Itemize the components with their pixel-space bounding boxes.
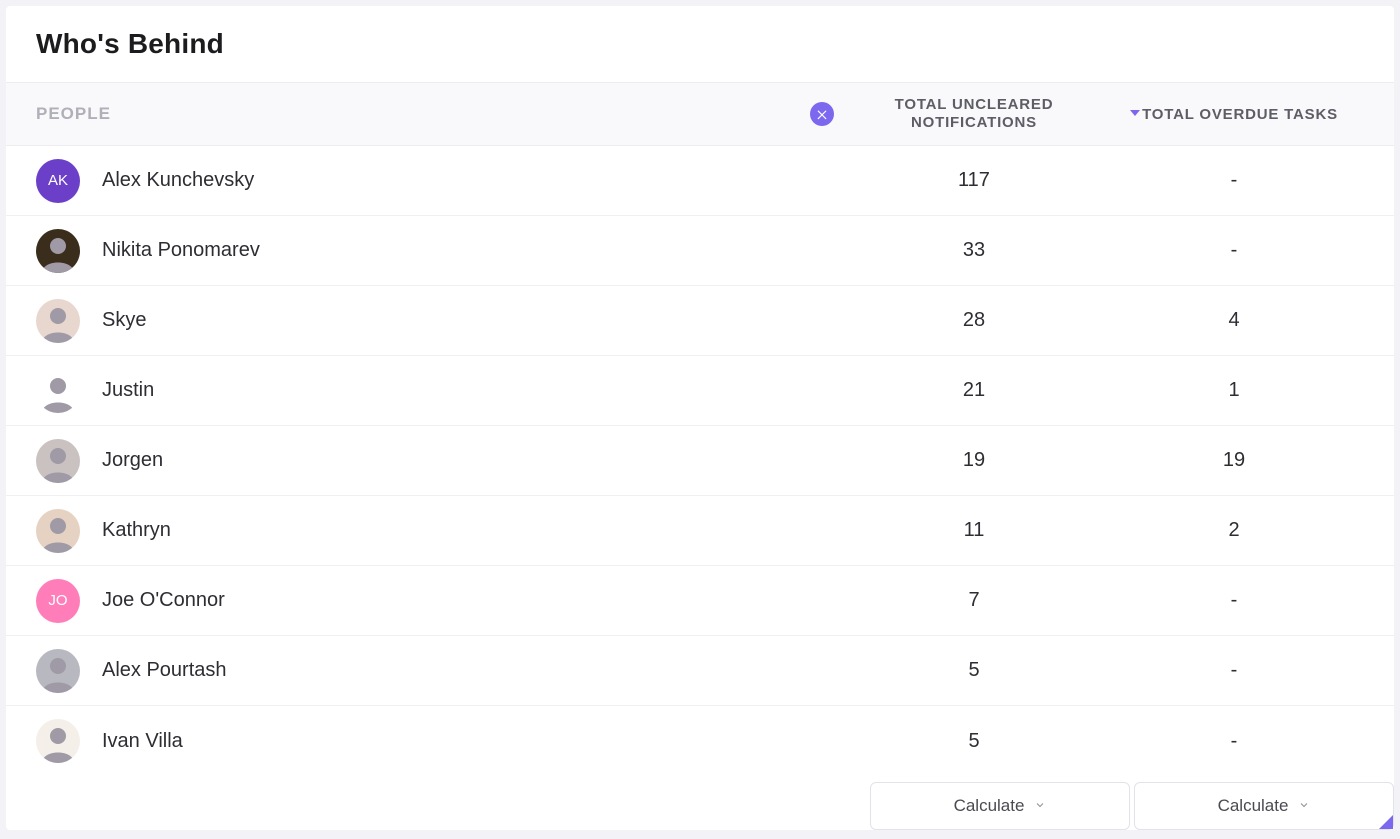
notifications-cell: 117 xyxy=(844,169,1104,192)
overdue-cell: 4 xyxy=(1104,309,1364,332)
table-row[interactable]: Jorgen 1919 xyxy=(6,426,1394,496)
table-row[interactable]: AK Alex Kunchevsky 117- xyxy=(6,146,1394,216)
chevron-down-icon xyxy=(1034,796,1046,816)
notifications-cell: 5 xyxy=(844,730,1104,753)
overdue-cell: - xyxy=(1104,239,1364,262)
overdue-cell: - xyxy=(1104,169,1364,192)
whos-behind-card: Who's Behind PEOPLE TOTAL UNCLEARED NOTI… xyxy=(6,6,1394,830)
overdue-cell: - xyxy=(1104,730,1364,753)
column-header-overdue[interactable]: TOTAL OVERDUE TASKS xyxy=(1104,105,1364,124)
avatar[interactable]: AK xyxy=(36,159,80,203)
overdue-cell: - xyxy=(1104,659,1364,682)
person-name: Alex Kunchevsky xyxy=(102,169,254,192)
notifications-cell: 11 xyxy=(844,519,1104,542)
person-name: Joe O'Connor xyxy=(102,589,225,612)
person-cell: AK Alex Kunchevsky xyxy=(36,159,844,203)
column-header-people[interactable]: PEOPLE xyxy=(36,104,844,124)
table-row[interactable]: Nikita Ponomarev 33- xyxy=(6,216,1394,286)
column-header-notifications[interactable]: TOTAL UNCLEARED NOTIFICATIONS xyxy=(844,96,1104,132)
person-name: Jorgen xyxy=(102,449,163,472)
avatar[interactable] xyxy=(36,649,80,693)
table-header: PEOPLE TOTAL UNCLEARED NOTIFICATIONS TOT… xyxy=(6,82,1394,146)
person-cell: Ivan Villa xyxy=(36,719,844,763)
person-name: Alex Pourtash xyxy=(102,659,227,682)
notifications-cell: 28 xyxy=(844,309,1104,332)
calculate-label: Calculate xyxy=(1218,796,1289,816)
person-cell: Skye xyxy=(36,299,844,343)
notifications-cell: 19 xyxy=(844,449,1104,472)
table-row[interactable]: JO Joe O'Connor 7- xyxy=(6,566,1394,636)
notifications-cell: 5 xyxy=(844,659,1104,682)
person-name: Skye xyxy=(102,309,146,332)
table-row[interactable]: Alex Pourtash 5- xyxy=(6,636,1394,706)
person-name: Nikita Ponomarev xyxy=(102,239,260,262)
table-row[interactable]: Kathryn 112 xyxy=(6,496,1394,566)
table-footer: Calculate Calculate xyxy=(6,776,1394,830)
person-cell: JO Joe O'Connor xyxy=(36,579,844,623)
person-name: Kathryn xyxy=(102,519,171,542)
avatar[interactable] xyxy=(36,439,80,483)
avatar[interactable] xyxy=(36,719,80,763)
overdue-cell: 2 xyxy=(1104,519,1364,542)
calculate-label: Calculate xyxy=(954,796,1025,816)
calculate-notifications-button[interactable]: Calculate xyxy=(870,782,1130,830)
clear-sort-icon[interactable] xyxy=(810,102,834,126)
notifications-cell: 21 xyxy=(844,379,1104,402)
avatar[interactable] xyxy=(36,509,80,553)
person-cell: Nikita Ponomarev xyxy=(36,229,844,273)
person-name: Justin xyxy=(102,379,154,402)
avatar[interactable] xyxy=(36,229,80,273)
chevron-down-icon xyxy=(1298,796,1310,816)
person-cell: Alex Pourtash xyxy=(36,649,844,693)
column-header-overdue-label: TOTAL OVERDUE TASKS xyxy=(1142,106,1338,123)
person-cell: Jorgen xyxy=(36,439,844,483)
overdue-cell: 19 xyxy=(1104,449,1364,472)
person-cell: Justin xyxy=(36,369,844,413)
sort-desc-icon xyxy=(1130,105,1140,123)
avatar[interactable]: JO xyxy=(36,579,80,623)
overdue-cell: - xyxy=(1104,589,1364,612)
avatar[interactable] xyxy=(36,369,80,413)
notifications-cell: 7 xyxy=(844,589,1104,612)
calculate-overdue-button[interactable]: Calculate xyxy=(1134,782,1394,830)
avatar[interactable] xyxy=(36,299,80,343)
card-title: Who's Behind xyxy=(6,6,1394,82)
notifications-cell: 33 xyxy=(844,239,1104,262)
column-header-notifications-label: TOTAL UNCLEARED NOTIFICATIONS xyxy=(895,96,1054,131)
table-row[interactable]: Justin 211 xyxy=(6,356,1394,426)
overdue-cell: 1 xyxy=(1104,379,1364,402)
table-row[interactable]: Skye 284 xyxy=(6,286,1394,356)
person-cell: Kathryn xyxy=(36,509,844,553)
resize-handle-icon[interactable] xyxy=(1379,815,1393,829)
table-row[interactable]: Ivan Villa 5- xyxy=(6,706,1394,776)
person-name: Ivan Villa xyxy=(102,730,183,753)
table-body: AKAlex Kunchevsky117-Nikita Ponomarev33-… xyxy=(6,146,1394,776)
